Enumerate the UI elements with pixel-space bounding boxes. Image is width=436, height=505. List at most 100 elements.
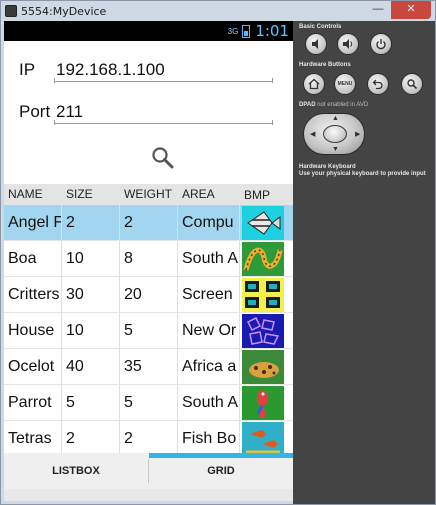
back-button[interactable] <box>367 73 389 95</box>
cell-weight: 2 <box>120 421 178 456</box>
cell-name: Critters <box>4 277 62 312</box>
dpad-center-button[interactable] <box>323 125 347 143</box>
ip-input[interactable] <box>54 58 273 82</box>
boa-thumbnail <box>242 242 284 276</box>
ocelot-thumbnail <box>242 350 284 384</box>
header-area[interactable]: AREA <box>178 184 240 204</box>
close-button[interactable]: ✕ <box>391 1 431 19</box>
cell-size: 10 <box>62 313 120 348</box>
cell-bmp <box>240 349 293 384</box>
cell-area: Africa a <box>178 349 240 384</box>
cell-area: Screen <box>178 277 240 312</box>
cell-weight: 2 <box>120 205 178 240</box>
cell-name: Boa <box>4 241 62 276</box>
cell-name: Tetras <box>4 421 62 456</box>
cell-weight: 5 <box>120 313 178 348</box>
data-grid: NAME SIZE WEIGHT AREA BMP Angel F 2 2 Co… <box>4 184 293 456</box>
search-button[interactable] <box>150 145 176 171</box>
dpad[interactable]: ▲ ▼ ◀ ▶ <box>303 113 365 155</box>
volume-down-icon <box>312 39 318 49</box>
home-button[interactable] <box>303 73 325 95</box>
device-screen: 3G 1:01 IP Port NAME SIZE <box>4 21 293 501</box>
volume-up-button[interactable] <box>337 33 359 55</box>
hardware-buttons-title: Hardware Buttons <box>299 62 351 68</box>
cell-name: Parrot <box>4 385 62 420</box>
ip-label: IP <box>19 60 36 79</box>
port-label: Port <box>19 102 51 121</box>
nav-strip <box>4 489 293 501</box>
status-bar: 3G 1:01 <box>4 21 293 41</box>
grid-row[interactable]: House 10 5 New Or <box>4 312 293 348</box>
parrot-thumbnail <box>242 386 284 420</box>
hardware-search-button[interactable] <box>401 73 423 95</box>
cell-bmp <box>240 241 293 276</box>
cell-name: House <box>4 313 62 348</box>
cell-area: South A <box>178 241 240 276</box>
search-icon <box>407 79 418 90</box>
cell-size: 5 <box>62 385 120 420</box>
menu-button-label: MENU <box>337 81 353 87</box>
dpad-up-icon: ▲ <box>332 115 339 122</box>
dpad-down-icon: ▼ <box>332 146 339 153</box>
header-bmp[interactable]: BMP <box>240 184 293 204</box>
cell-size: 40 <box>62 349 120 384</box>
ip-input-edge-right <box>272 78 273 83</box>
ip-input-edge-left <box>54 78 55 83</box>
tab-grid[interactable]: GRID <box>149 453 293 489</box>
dpad-note-text: not enabled in AVD <box>317 102 369 108</box>
cell-area: New Or <box>178 313 240 348</box>
grid-row[interactable]: Boa 10 8 South A <box>4 240 293 276</box>
title-bar: 5554:MyDevice — ✕ <box>1 1 435 21</box>
house-thumbnail <box>242 314 284 348</box>
control-panel: Basic Controls Hardware Buttons MENU DPA… <box>293 21 435 504</box>
volume-down-button[interactable] <box>305 33 327 55</box>
grid-row[interactable]: Angel F 2 2 Compu <box>4 204 293 240</box>
cell-weight: 35 <box>120 349 178 384</box>
header-size[interactable]: SIZE <box>62 184 120 204</box>
cell-bmp <box>240 205 293 240</box>
basic-controls-title: Basic Controls <box>299 24 342 30</box>
port-row: Port <box>4 97 293 131</box>
menu-button[interactable]: MENU <box>334 73 356 95</box>
header-name[interactable]: NAME <box>4 184 62 204</box>
dpad-note: DPAD not enabled in AVD <box>299 102 368 108</box>
grid-row[interactable]: Tetras 2 2 Fish Bo <box>4 420 293 456</box>
grid-row[interactable]: Critters 30 20 Screen <box>4 276 293 312</box>
angelfish-thumbnail <box>242 206 284 240</box>
critters-thumbnail <box>242 278 284 312</box>
dpad-note-title: DPAD <box>299 102 316 108</box>
grid-header: NAME SIZE WEIGHT AREA BMP <box>4 184 293 204</box>
magnifier-icon <box>152 147 174 169</box>
power-button[interactable] <box>370 33 392 55</box>
dpad-right-icon: ▶ <box>355 131 361 138</box>
port-input[interactable] <box>54 100 273 124</box>
cell-bmp <box>240 421 293 456</box>
emulator-window: 5554:MyDevice — ✕ 3G 1:01 IP Port <box>0 0 436 505</box>
cell-size: 2 <box>62 421 120 456</box>
dpad-left-icon: ◀ <box>310 131 316 138</box>
cell-weight: 20 <box>120 277 178 312</box>
cell-size: 2 <box>62 205 120 240</box>
cell-size: 10 <box>62 241 120 276</box>
back-icon <box>372 79 383 90</box>
tab-listbox[interactable]: LISTBOX <box>4 453 148 489</box>
port-input-edge-left <box>54 120 55 125</box>
tab-bar: LISTBOX GRID <box>4 453 293 489</box>
cell-weight: 8 <box>120 241 178 276</box>
signal-indicator: 3G <box>227 26 239 36</box>
status-clock: 1:01 <box>255 22 289 40</box>
battery-icon <box>242 24 251 38</box>
header-weight[interactable]: WEIGHT <box>120 184 178 204</box>
volume-up-icon <box>343 39 353 49</box>
hardware-keyboard-note: Use your physical keyboard to provide in… <box>299 171 426 177</box>
grid-row[interactable]: Parrot 5 5 South A <box>4 384 293 420</box>
cell-bmp <box>240 277 293 312</box>
cell-bmp <box>240 313 293 348</box>
app-icon <box>5 5 17 17</box>
cell-area: South A <box>178 385 240 420</box>
cell-bmp <box>240 385 293 420</box>
grid-row[interactable]: Ocelot 40 35 Africa a <box>4 348 293 384</box>
cell-area: Compu <box>178 205 240 240</box>
minimize-button[interactable]: — <box>365 1 391 19</box>
tetras-thumbnail <box>242 422 284 456</box>
